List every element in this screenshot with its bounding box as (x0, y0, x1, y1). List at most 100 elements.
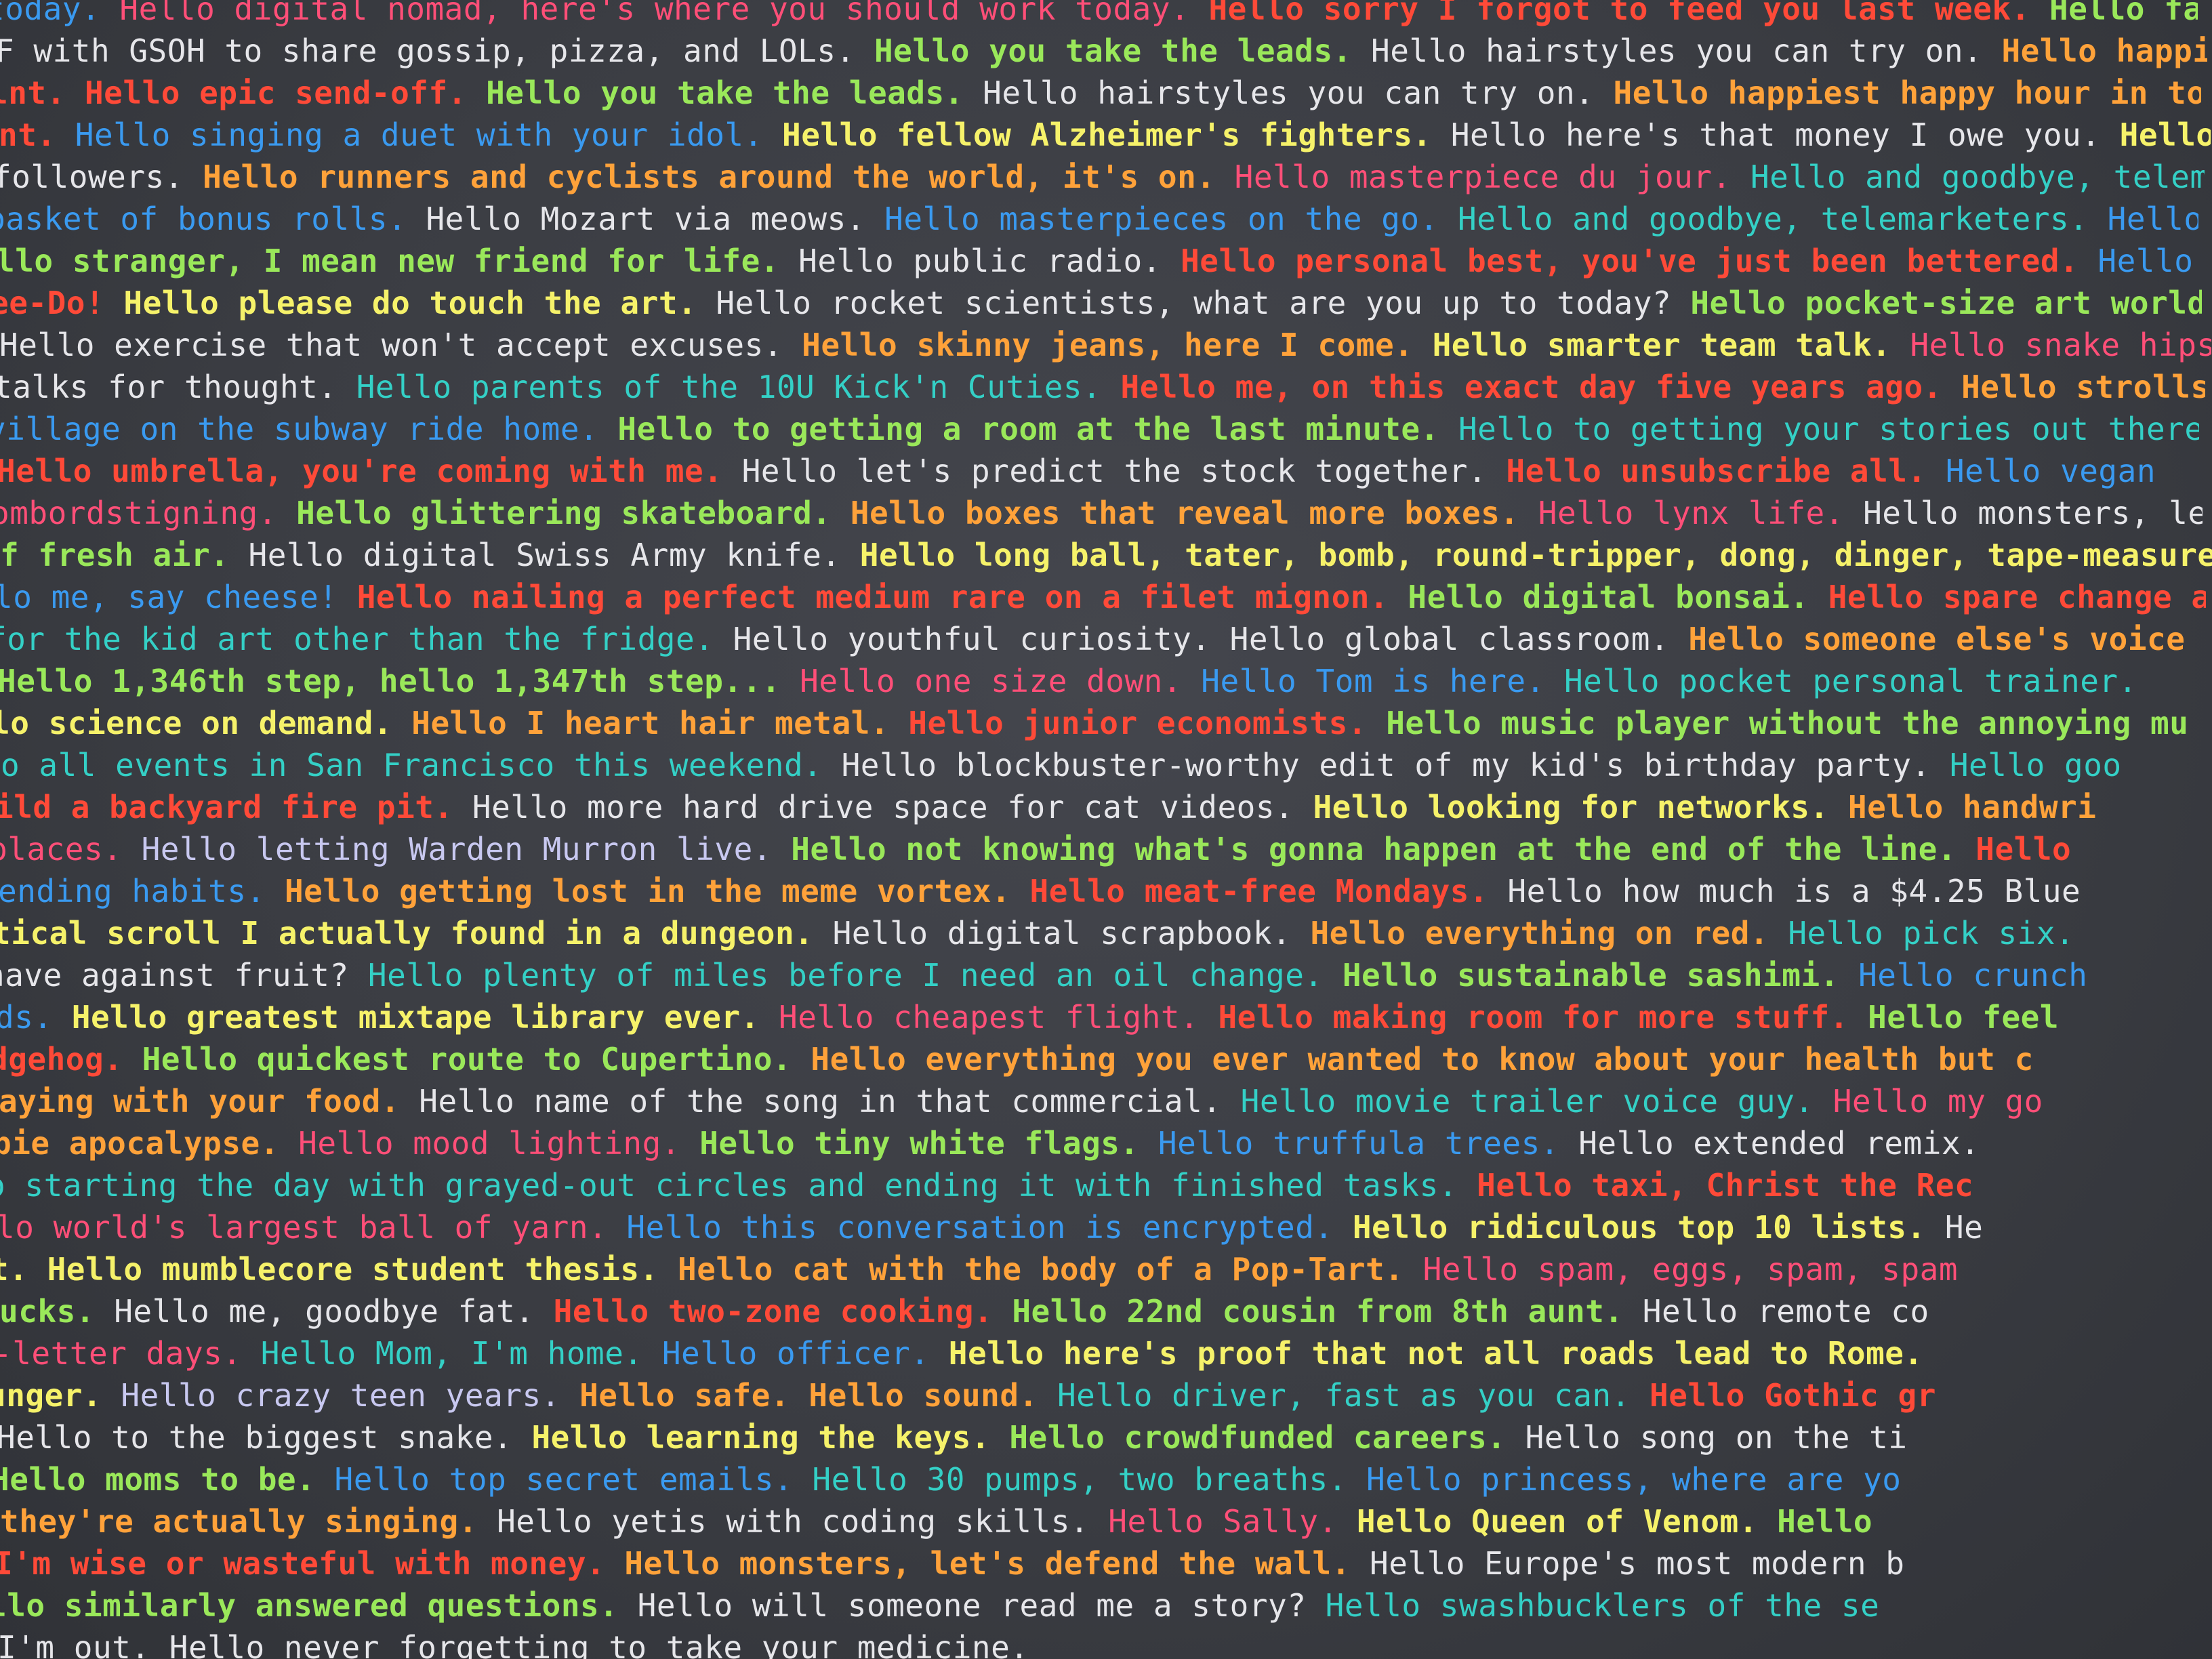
hello-phrase: Hello singing a duet with your idol. (75, 117, 763, 153)
hello-phrase: Hello cat with the body of a Pop-Tart. (678, 1251, 1404, 1288)
hello-phrase: Hello masterpiece du jour. (1234, 159, 1732, 195)
hello-phrase: I'm out. Hello never forgetting to take … (0, 1629, 1029, 1659)
hello-phrase: Hello sound. (808, 1377, 1038, 1414)
hello-phrase: Hello pocket personal trainer. (1563, 663, 2137, 699)
hello-phrase: Hello me, goodbye fat. (114, 1293, 535, 1330)
hello-phrase: Hello goo (1949, 747, 2122, 783)
hello-phrase: o starting the day with grayed-out circl… (0, 1167, 1458, 1204)
text-line: ild a backyard fire pit. Hello more hard… (0, 785, 2207, 830)
text-line: talks for thought. Hello parents of the … (0, 365, 2205, 409)
text-line: bie apocalypse. Hello mood lighting. Hel… (0, 1121, 2205, 1166)
hello-phrase: Hello digital nomad, here's where you sh… (119, 0, 1190, 27)
text-line: ending habits. Hello getting lost in the… (0, 869, 2210, 914)
hello-phrase: Hello runners and cyclists around the wo… (203, 159, 1216, 195)
hello-phrase: Hello please do touch the art. (123, 285, 697, 321)
text-line: nt. Hello singing a duet with your idol.… (0, 112, 2211, 157)
text-line: lnt. Hello epic send-off. Hello you take… (0, 70, 2201, 115)
hello-phrase: Hello Gothic gr (1650, 1377, 1936, 1414)
hello-phrase: Hello everything on red. (1310, 915, 1769, 951)
hello-phrase: Hello exercise that won't accept excuses… (0, 327, 783, 363)
hello-phrase: Hello parents of the 10U Kick'n Cuties. (356, 369, 1102, 405)
text-line: lo world's largest ball of yarn. Hello t… (0, 1205, 2208, 1250)
hello-phrase: Hello vegan (1945, 453, 2156, 489)
hello-phrase: Hello snake hips (1910, 327, 2211, 363)
hello-phrase: Hello taxi, Christ the Rec (1477, 1167, 1974, 1204)
hello-phrase: Hello feel (1868, 999, 2060, 1036)
hello-phrase: Hello glittering skateboard. (296, 495, 832, 531)
text-line: o starting the day with grayed-out circl… (0, 1163, 2198, 1208)
hello-phrase: Hello learning the keys. (531, 1419, 991, 1456)
hello-phrase: He (1944, 1209, 1984, 1246)
text-line: places. Hello letting Warden Murron live… (0, 827, 2200, 872)
hello-phrase: Hello here's that money I owe you. (1450, 117, 2101, 153)
hello-phrase: llo stranger, I mean new friend for life… (0, 243, 779, 279)
text-line: lo science on demand. Hello I heart hair… (0, 701, 2203, 745)
hello-phrase: today. (0, 0, 101, 27)
hello-phrase: Hello cheapest flight. (779, 999, 1200, 1036)
hello-phrase: Hello personal best, you've just been be… (1181, 243, 2079, 279)
hello-phrase: Hello this conversation is encrypted. (626, 1209, 1334, 1246)
hello-phrase: Hello (1777, 1503, 1873, 1540)
text-line: followers. Hello runners and cyclists ar… (0, 155, 2205, 199)
hello-phrase: Hello truffula trees. (1158, 1125, 1559, 1162)
hello-phrase: Hello you take the leads. (874, 33, 1352, 69)
hello-phrase: Hello crazy teen years. (121, 1377, 560, 1414)
hello-phrase: Hello officer. (661, 1335, 930, 1372)
hello-phrase: Hello monsters, let's defend the wall. (624, 1545, 1351, 1582)
hello-phrase: Hello letting Warden Murron live. (141, 831, 772, 867)
hello-phrase: Hello hairstyles you can try on. (983, 75, 1595, 111)
text-line: Hello 1,346th step, hello 1,347th step..… (0, 659, 2209, 703)
hello-phrase: Hello making room for more stuff. (1218, 999, 1849, 1036)
hello-phrase: Hello spare change a (1828, 579, 2206, 615)
hello-phrase: Hello smarter team talk. (1432, 327, 1891, 363)
hello-phrase: Hello safe. (579, 1377, 790, 1414)
hello-phrase: Hello everything you ever wanted to know… (811, 1041, 2034, 1078)
hello-phrase: Hello not knowing what's gonna happen at… (791, 831, 1957, 867)
hello-phrase: Hello you take the leads. (486, 75, 964, 111)
hello-phrase: Hello umbrella, you're coming with me. (0, 453, 723, 489)
hello-phrase: Hello Internet connection. (2119, 117, 2211, 153)
hello-phrase: tical scroll I actually found in a dunge… (0, 915, 814, 951)
hello-phrase: Hello nailing a perfect medium rare on a… (356, 579, 1389, 615)
hello-phrase: Hello rocket scientists, what are you up… (716, 285, 1672, 321)
hello-phrase: bie apocalypse. (0, 1125, 279, 1162)
hello-phrase: ombordstigning. (0, 495, 277, 531)
hello-phrase: Hello I heart hair metal. (411, 705, 890, 741)
hello-phrase: talks for thought. (0, 369, 337, 405)
text-line: F with GSOH to share gossip, pizza, and … (0, 28, 2207, 73)
hello-phrase: t. Hello mumblecore student thesis. (0, 1251, 659, 1288)
hello-phrase: Hello sustainable sashimi. (1342, 957, 1839, 994)
hello-phrase: Hello ridiculous top 10 lists. (1352, 1209, 1926, 1246)
hello-phrase: llo similarly answered questions. (0, 1587, 619, 1624)
hello-phrase: Hello Queen of Venom. (1356, 1503, 1758, 1540)
hello-phrase: Hello to the biggest snake. (0, 1419, 513, 1456)
hello-phrase: Hello Mom, I'm home. (260, 1335, 643, 1372)
hello-phrase: Hello Sally. (1108, 1503, 1338, 1540)
hello-phrase: Hello spam, eggs, spam, spam (1422, 1251, 1959, 1288)
hello-phrase: Hello sorry I forgot to feed you last we… (1208, 0, 2030, 27)
text-line: ee-Do! Hello please do touch the art. He… (0, 281, 2202, 325)
hello-phrase: Hello (1975, 831, 2072, 867)
hello-phrase: Hello getting lost in the meme vortex. (284, 873, 1011, 909)
hello-phrase: ild a backyard fire pit. (0, 789, 453, 825)
hello-phrase: lo science on demand. (0, 705, 393, 741)
hello-phrase: Hello let's predict the stock together. (741, 453, 1488, 489)
hello-phrase: Hello fellow Alzheimer's fighters. (782, 117, 1432, 153)
hello-phrase: Hello Tom is here. (1201, 663, 1545, 699)
hello-phrase: ucks. (0, 1293, 95, 1330)
hello-phrase: Hello someone else's voice (1688, 621, 2186, 657)
hello-phrase: Hello looking for networks. (1313, 789, 1829, 825)
hello-phrase: Hello princess, where are yo (1366, 1461, 1902, 1498)
hello-phrase: have against fruit? (0, 957, 349, 994)
hello-phrase: Hello long ball, tater, bomb, round-trip… (859, 537, 2212, 573)
hello-phrase: Hello public radio. (798, 243, 1162, 279)
text-line: aying with your food. Hello name of the … (0, 1079, 2211, 1124)
hello-phrase: Hello meat-free Mondays. (1029, 873, 1489, 909)
hello-phrase: Hello handwri (1847, 789, 2097, 825)
text-line: ds. Hello greatest mixtape library ever.… (0, 995, 2207, 1040)
text-line: -letter days. Hello Mom, I'm home. Hello… (0, 1331, 2205, 1376)
text-line: llo similarly answered questions. Hello … (0, 1583, 2200, 1628)
hello-phrase: Hello pocket-size art world. (1690, 285, 2202, 321)
hello-phrase: -letter days. (0, 1335, 242, 1372)
hello-phrase: Hello greatest mixtape library ever. (71, 999, 760, 1036)
